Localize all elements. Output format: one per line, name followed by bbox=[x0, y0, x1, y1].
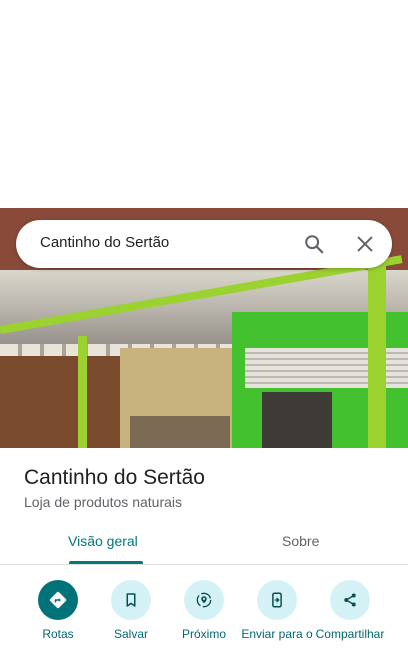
photo-counter bbox=[130, 416, 230, 448]
bookmark-icon bbox=[111, 580, 151, 620]
share-icon bbox=[330, 580, 370, 620]
send-to-phone-icon bbox=[257, 580, 297, 620]
nearby-label: Próximo bbox=[181, 627, 226, 641]
blank-area bbox=[0, 0, 408, 208]
save-label: Salvar bbox=[113, 627, 148, 641]
place-category: Loja de produtos naturais bbox=[24, 494, 182, 510]
photo-left-wall bbox=[0, 356, 130, 448]
photo-door bbox=[262, 392, 332, 448]
tab-overview[interactable]: Visão geral bbox=[68, 533, 138, 549]
search-bar[interactable]: Cantinho do Sertão bbox=[16, 220, 392, 268]
send-to-phone-button[interactable]: Enviar para o bbox=[238, 580, 316, 642]
directions-button[interactable]: Rotas bbox=[19, 580, 97, 642]
photo-pole-right bbox=[368, 258, 386, 448]
share-label: Compartilhar bbox=[315, 627, 385, 641]
tabs-divider bbox=[0, 564, 408, 565]
share-button[interactable]: Compartilhar bbox=[311, 580, 389, 642]
nearby-button[interactable]: Próximo bbox=[165, 580, 243, 642]
tab-about[interactable]: Sobre bbox=[282, 533, 319, 549]
search-query[interactable]: Cantinho do Sertão bbox=[40, 234, 169, 251]
search-icon[interactable] bbox=[303, 233, 325, 255]
place-title: Cantinho do Sertão bbox=[24, 466, 205, 489]
save-button[interactable]: Salvar bbox=[92, 580, 170, 642]
directions-label: Rotas bbox=[42, 627, 74, 641]
send-to-phone-label: Enviar para o bbox=[241, 627, 313, 641]
directions-icon bbox=[38, 580, 78, 620]
close-icon[interactable] bbox=[354, 233, 376, 255]
photo-pole-left bbox=[78, 336, 87, 448]
nearby-icon bbox=[184, 580, 224, 620]
